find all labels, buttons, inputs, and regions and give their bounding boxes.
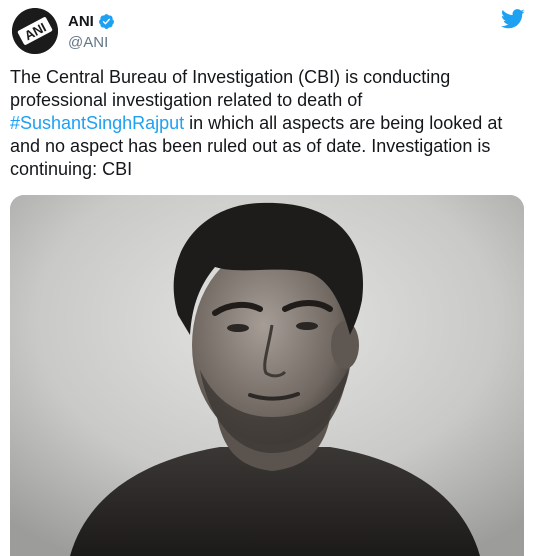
- tweet-text-part-1: The Central Bureau of Investigation (CBI…: [10, 67, 456, 110]
- tweet-header: ANI ANI @ANI: [12, 6, 525, 56]
- account-names: ANI @ANI: [68, 11, 115, 51]
- display-name[interactable]: ANI: [68, 13, 94, 30]
- tweet-text: The Central Bureau of Investigation (CBI…: [10, 66, 522, 181]
- name-row: ANI: [68, 11, 115, 31]
- hashtag-link[interactable]: #SushantSinghRajput: [10, 113, 184, 133]
- ani-logo-icon: ANI: [12, 8, 58, 54]
- portrait-photo-image: [10, 195, 524, 556]
- tweet-card: ANI ANI @ANI The Central Bureau of Inves…: [0, 0, 537, 556]
- twitter-bird-icon[interactable]: [501, 8, 525, 30]
- account-handle[interactable]: @ANI: [68, 34, 115, 51]
- avatar[interactable]: ANI: [12, 8, 58, 54]
- tweet-photo[interactable]: [10, 195, 524, 556]
- verified-badge-icon: [98, 13, 114, 29]
